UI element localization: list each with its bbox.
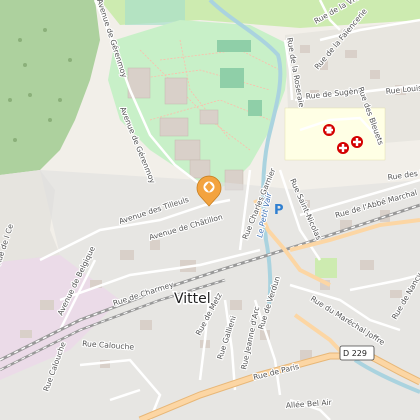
map-view[interactable]: Avenue de Gérenmoy Avenue de Gérenmoy Av…	[0, 0, 420, 420]
road-shield-d229: D 229	[339, 345, 375, 361]
hospital-icon-1[interactable]	[323, 124, 335, 136]
hospital-icon-2[interactable]	[351, 136, 363, 148]
hospital-icon-3[interactable]	[337, 142, 349, 154]
svg-text:D 229: D 229	[343, 349, 367, 358]
svg-text:P: P	[274, 203, 284, 218]
parking-icon[interactable]: P	[274, 203, 284, 218]
city-label: Vittel	[174, 291, 211, 307]
